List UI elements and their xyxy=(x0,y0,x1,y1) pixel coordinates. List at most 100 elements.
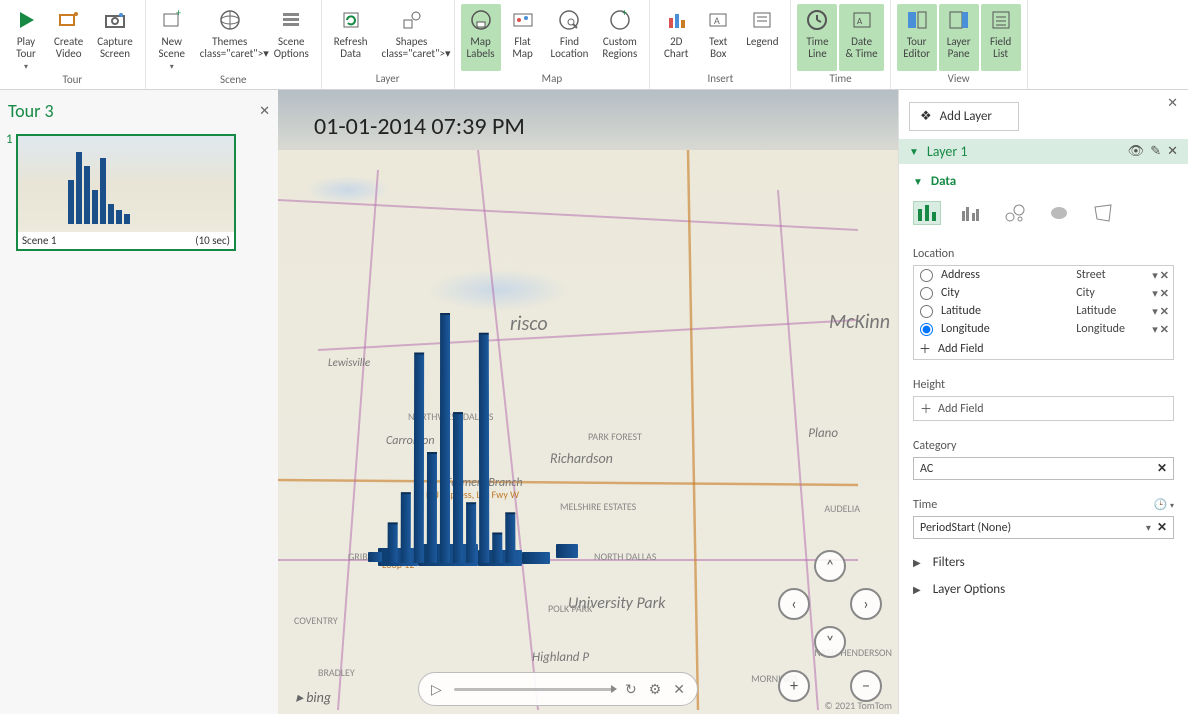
location-type[interactable]: City xyxy=(1076,286,1146,300)
filters-row[interactable]: ▶ Filters xyxy=(899,549,1188,576)
tour-editor-button[interactable]: TourEditor xyxy=(897,4,937,71)
region-icon[interactable] xyxy=(1089,201,1117,225)
map-labels-button[interactable]: MapLabels xyxy=(461,4,501,71)
stacked-column-icon[interactable] xyxy=(913,201,941,225)
capture-screen-button[interactable]: CaptureScreen xyxy=(91,4,139,72)
chart-icon xyxy=(662,6,690,34)
time-line-button[interactable]: TimeLine xyxy=(797,4,837,71)
label-highland: Highland P xyxy=(532,650,589,665)
location-radio[interactable] xyxy=(920,305,933,318)
ribbon-group-insert: 2DChartATextBoxLegendInsert xyxy=(650,0,791,89)
custom-regions-button[interactable]: +CustomRegions xyxy=(596,4,643,71)
loop-icon[interactable]: ↻ xyxy=(625,681,637,698)
location-radio[interactable] xyxy=(920,323,933,336)
location-row[interactable]: LatitudeLatitude▾ ✕ xyxy=(914,302,1173,320)
height-add-field-button[interactable]: ＋ Add Field xyxy=(913,396,1174,421)
bubble-icon[interactable] xyxy=(1001,201,1029,225)
location-type[interactable]: Street xyxy=(1076,268,1146,282)
category-section: Category AC ✕ xyxy=(899,431,1188,490)
settings-icon[interactable]: ⚙ xyxy=(649,681,662,698)
delete-icon[interactable]: ✕ xyxy=(1167,144,1178,159)
map-canvas[interactable]: 01-01-2014 07:39 PM risco McKinn Richard… xyxy=(278,90,898,714)
group-label: Scene xyxy=(220,73,246,86)
flat-map-button[interactable]: FlatMap xyxy=(503,4,543,71)
2d-chart-button[interactable]: 2DChart xyxy=(656,4,696,71)
visualization-type-row xyxy=(899,195,1188,239)
edit-icon[interactable]: ✎ xyxy=(1150,144,1161,159)
timeline-track[interactable] xyxy=(454,688,613,691)
text-box-button[interactable]: ATextBox xyxy=(698,4,738,71)
label-frisco: risco xyxy=(510,312,548,336)
location-add-field[interactable]: ＋Add Field xyxy=(914,338,1173,359)
chevron-down-icon: ▼ xyxy=(913,175,923,188)
zoom-in-button[interactable]: + xyxy=(778,670,810,702)
new-scene-button[interactable]: +NewScene▾ xyxy=(152,4,192,72)
layer-options-row[interactable]: ▶ Layer Options xyxy=(899,576,1188,603)
clustered-column-icon[interactable] xyxy=(957,201,985,225)
ribbon-label: LayerPane xyxy=(947,36,971,60)
remove-icon[interactable]: ✕ xyxy=(1160,323,1169,336)
date-time-button[interactable]: ADate& Time xyxy=(839,4,883,71)
tilt-up-button[interactable]: ˄ xyxy=(814,550,846,582)
label-northdallas: NORTH DALLAS xyxy=(594,550,656,563)
chevron-down-icon[interactable]: ▾ xyxy=(1152,269,1158,282)
add-layer-button[interactable]: ❖ Add Layer xyxy=(909,102,1019,131)
layer-pane: ✕ ❖ Add Layer ▼ Layer 1 👁 ✎ ✕ ▼ Data xyxy=(898,90,1188,714)
location-type[interactable]: Longitude xyxy=(1076,322,1146,336)
scene-thumbnail[interactable]: 1 Scene 1 (10 sec) xyxy=(16,134,236,251)
field-list-button[interactable]: FieldList xyxy=(981,4,1021,71)
datetime-icon: A xyxy=(848,6,876,34)
video-icon xyxy=(55,6,83,34)
remove-icon[interactable]: ✕ xyxy=(1157,461,1167,476)
location-radio[interactable] xyxy=(920,269,933,282)
location-radio[interactable] xyxy=(920,287,933,300)
layer-header[interactable]: ▼ Layer 1 👁 ✎ ✕ xyxy=(899,139,1188,164)
location-type[interactable]: Latitude xyxy=(1076,304,1146,318)
camera-icon xyxy=(101,6,129,34)
play-icon[interactable]: ▷ xyxy=(431,681,442,698)
chevron-down-icon[interactable]: ▾ xyxy=(1152,305,1158,318)
category-field[interactable]: AC ✕ xyxy=(913,457,1174,480)
play-icon xyxy=(12,6,40,34)
play-tour-button[interactable]: PlayTour▾ xyxy=(6,4,46,72)
close-icon[interactable]: ✕ xyxy=(1167,96,1178,111)
close-icon[interactable]: ✕ xyxy=(259,104,270,119)
location-row[interactable]: LongitudeLongitude▾ ✕ xyxy=(914,320,1173,338)
eye-icon[interactable]: 👁 xyxy=(1128,144,1145,159)
dropdown-icon[interactable]: ▾ xyxy=(1170,501,1174,511)
tilt-down-button[interactable]: ˅ xyxy=(814,626,846,658)
ribbon-group-tour: PlayTour▾CreateVideoCaptureScreenTour xyxy=(0,0,146,89)
clock-icon[interactable]: 🕒 xyxy=(1154,498,1168,511)
heatmap-icon[interactable] xyxy=(1045,201,1073,225)
chevron-down-icon[interactable]: ▾ xyxy=(1152,323,1158,336)
remove-icon[interactable]: ✕ xyxy=(1160,269,1169,282)
find-location-button[interactable]: FindLocation xyxy=(545,4,595,71)
rotate-left-button[interactable]: ‹ xyxy=(778,588,810,620)
scene-options-button[interactable]: SceneOptions xyxy=(268,4,315,72)
zoom-out-button[interactable]: − xyxy=(850,670,882,702)
create-video-button[interactable]: CreateVideo xyxy=(48,4,89,72)
location-row[interactable]: AddressStreet▾ ✕ xyxy=(914,266,1173,284)
themes-button[interactable]: Themesclass="caret">▾ xyxy=(194,4,266,72)
layer-pane-button[interactable]: LayerPane xyxy=(939,4,979,71)
chevron-down-icon[interactable]: ▾ xyxy=(1152,287,1158,300)
label-coventry: COVENTRY xyxy=(294,614,338,627)
rotate-right-button[interactable]: › xyxy=(850,588,882,620)
legend-button[interactable]: Legend xyxy=(740,4,784,71)
remove-icon[interactable]: ✕ xyxy=(1160,287,1169,300)
location-row[interactable]: CityCity▾ ✕ xyxy=(914,284,1173,302)
ribbon-label: Themesclass="caret">▾ xyxy=(200,36,260,60)
layerpane-icon xyxy=(945,6,973,34)
refresh-data-button[interactable]: RefreshData xyxy=(328,4,374,71)
chevron-down-icon[interactable]: ▾ xyxy=(1146,521,1151,534)
time-field[interactable]: PeriodStart (None) ▾ ✕ xyxy=(913,516,1174,539)
maplabels-icon xyxy=(467,6,495,34)
timeline-control[interactable]: ▷ ↻ ⚙ ✕ xyxy=(418,672,698,706)
remove-icon[interactable]: ✕ xyxy=(1160,305,1169,318)
newscene-icon: + xyxy=(158,6,186,34)
data-section-header[interactable]: ▼ Data xyxy=(899,164,1188,195)
close-timeline-icon[interactable]: ✕ xyxy=(673,681,685,698)
shapes-button[interactable]: Shapesclass="caret">▾ xyxy=(376,4,448,71)
remove-icon[interactable]: ✕ xyxy=(1157,520,1167,535)
time-label: Time 🕒 ▾ xyxy=(913,498,1174,512)
